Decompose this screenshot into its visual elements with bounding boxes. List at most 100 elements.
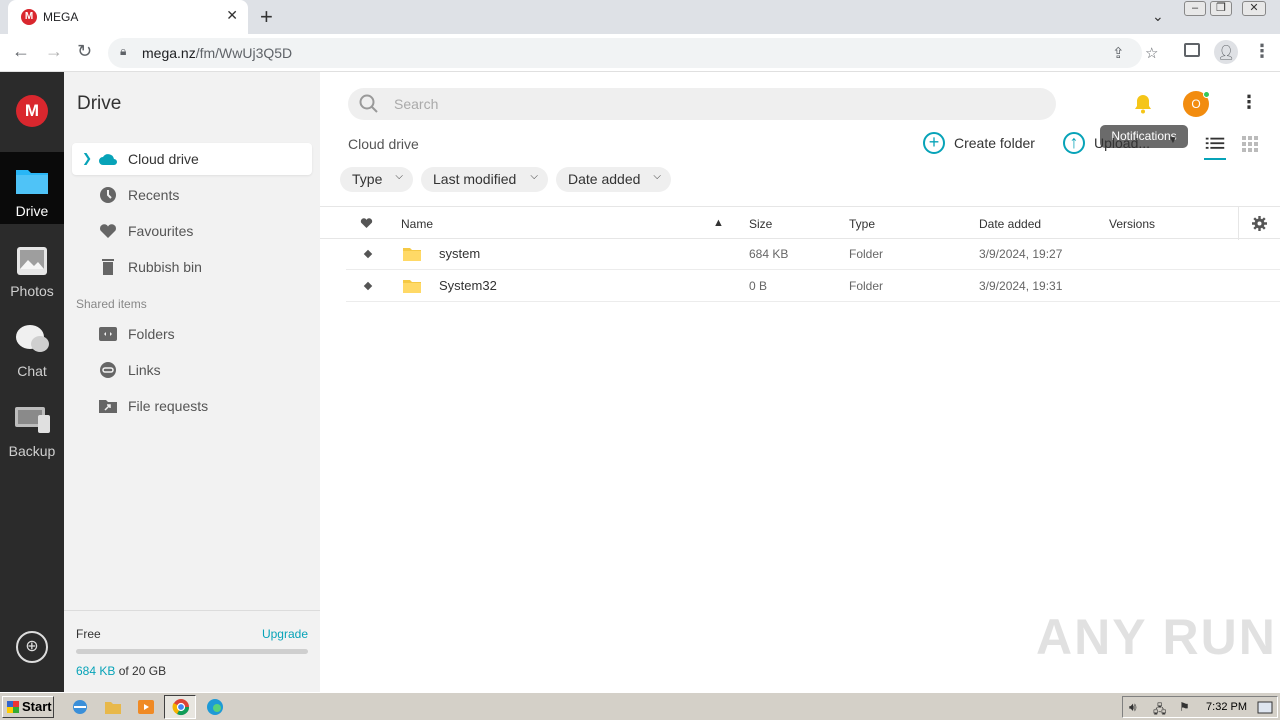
back-icon[interactable]: ←: [12, 41, 30, 62]
action-center-flag-icon[interactable]: ⚑: [1179, 700, 1190, 714]
browser-menu-icon[interactable]: ⋮: [1253, 41, 1271, 62]
sidebar-item-recents[interactable]: Recents: [72, 179, 312, 211]
column-settings-gear-icon[interactable]: [1252, 216, 1267, 231]
internet-explorer-icon[interactable]: [71, 698, 89, 716]
rail-item-backup[interactable]: Backup: [0, 392, 64, 464]
system-tray: 🔊︎ 🖧︎ ⚑ 7:32 PM: [1122, 696, 1278, 718]
sidebar-item-rubbish-bin[interactable]: Rubbish bin: [72, 251, 312, 283]
table-row[interactable]: system 684 KB Folder 3/9/2024, 19:27: [346, 238, 1280, 270]
shared-folder-icon: [99, 327, 117, 341]
row-type: Folder: [849, 247, 884, 261]
file-request-icon: [99, 400, 117, 413]
create-folder-button[interactable]: + Create folder: [923, 132, 1043, 156]
chevron-right-icon[interactable]: ❯: [82, 151, 92, 165]
watermark: ANY RUN: [1036, 609, 1277, 665]
taskbar-chrome-button[interactable]: [164, 695, 196, 719]
chevron-down-icon: ⌵: [395, 171, 403, 182]
breadcrumb: Cloud drive: [348, 136, 419, 152]
create-folder-label: Create folder: [954, 135, 1035, 151]
column-header-date-added[interactable]: Date added: [979, 217, 1041, 231]
folder-icon: [403, 248, 421, 261]
bookmark-star-icon[interactable]: ☆: [1145, 44, 1158, 62]
minimize-window-icon[interactable]: –: [1184, 1, 1206, 16]
media-player-icon[interactable]: [137, 698, 155, 716]
filter-last-modified[interactable]: Last modified ⌵: [421, 167, 548, 192]
heart-icon: [100, 224, 116, 238]
browser-tab-strip: M MEGA ✕ + ⌄ – ❐ ✕: [0, 0, 1280, 34]
rail-item-chat[interactable]: Chat: [0, 312, 64, 384]
rail-item-drive[interactable]: Drive: [0, 152, 64, 224]
table-row[interactable]: System32 0 B Folder 3/9/2024, 19:31: [346, 270, 1280, 302]
sidebar-item-file-requests[interactable]: File requests: [72, 390, 312, 422]
folder-icon: [16, 170, 48, 194]
reload-icon[interactable]: ↻: [77, 41, 92, 62]
folder-icon: [403, 280, 421, 293]
support-icon[interactable]: ⊕: [16, 631, 48, 663]
close-tab-icon[interactable]: ✕: [226, 7, 238, 24]
row-status-dot: [363, 281, 373, 291]
filter-date-added[interactable]: Date added ⌵: [556, 167, 671, 192]
avatar[interactable]: O: [1183, 91, 1210, 117]
sidebar-item-label: Rubbish bin: [128, 259, 202, 275]
column-header-type[interactable]: Type: [849, 217, 875, 231]
column-header-name[interactable]: Name: [401, 217, 433, 231]
search-input[interactable]: [394, 94, 1034, 114]
forward-icon[interactable]: →: [45, 41, 63, 62]
favourite-column-heart-icon[interactable]: [360, 217, 373, 229]
sidebar-item-label: Folders: [128, 326, 175, 342]
main-content: O ⋮ Notifications Cloud drive + Create f…: [320, 72, 1280, 692]
sidebar-item-cloud-drive[interactable]: ❯ Cloud drive: [72, 143, 312, 175]
restore-window-icon[interactable]: ❐: [1210, 1, 1232, 16]
sidebar-item-links[interactable]: Links: [72, 354, 312, 386]
share-icon[interactable]: ⇪: [1112, 44, 1125, 62]
storage-bar: [76, 649, 308, 654]
profile-icon[interactable]: 👤︎: [1214, 40, 1238, 64]
grid-view-icon[interactable]: [1242, 136, 1258, 152]
notifications-bell-icon[interactable]: [1132, 93, 1154, 115]
column-header-size[interactable]: Size: [749, 217, 772, 231]
row-type: Folder: [849, 279, 884, 293]
row-name: system: [439, 246, 481, 261]
row-name: System32: [439, 278, 497, 293]
sidebar-item-shared-folders[interactable]: Folders: [72, 318, 312, 350]
upload-arrow-icon: ↑: [1063, 132, 1085, 154]
show-desktop-icon[interactable]: [1257, 701, 1273, 714]
tab-search-chevron-icon[interactable]: ⌄: [1152, 8, 1164, 25]
column-divider: [1238, 207, 1239, 240]
new-tab-icon[interactable]: +: [260, 4, 273, 30]
search-icon: [359, 94, 378, 113]
sidebar-item-favourites[interactable]: Favourites: [72, 215, 312, 247]
file-explorer-icon[interactable]: [104, 698, 122, 716]
chevron-down-icon: ⌵: [653, 171, 661, 182]
close-window-icon[interactable]: ✕: [1242, 1, 1266, 16]
more-options-icon[interactable]: ⋮: [1240, 92, 1258, 113]
sidebar-item-label: File requests: [128, 398, 209, 414]
sort-ascending-icon[interactable]: ▲: [713, 217, 724, 229]
tab-title: MEGA: [43, 10, 79, 24]
rail-item-label: Chat: [17, 363, 47, 379]
filter-type[interactable]: Type ⌵: [340, 167, 413, 192]
list-view-icon[interactable]: [1204, 134, 1226, 160]
network-icon[interactable]: 🖧︎: [1153, 700, 1166, 721]
side-panel-icon[interactable]: [1184, 43, 1200, 57]
storage-panel: Free Upgrade 684 KB of 20 GB: [64, 610, 320, 692]
upgrade-link[interactable]: Upgrade: [262, 627, 308, 641]
row-date-added: 3/9/2024, 19:27: [979, 247, 1063, 261]
start-button[interactable]: Start: [2, 696, 54, 718]
upload-button[interactable]: ↑ Upload... ▼: [1063, 132, 1188, 156]
os-taskbar: Start 🔊︎ 🖧︎ ⚑ 7:32 PM: [0, 692, 1280, 720]
volume-icon[interactable]: 🔊︎: [1129, 700, 1137, 715]
rail-item-label: Photos: [10, 283, 54, 299]
address-bar[interactable]: 🔒︎ mega.nz/fm/WwUj3Q5D ⇪ ☆: [108, 38, 1158, 68]
chrome-icon: [172, 699, 190, 716]
browser-tab[interactable]: M MEGA ✕: [8, 0, 248, 34]
column-header-versions[interactable]: Versions: [1109, 217, 1155, 231]
search-bar[interactable]: [348, 88, 1056, 120]
url-text: mega.nz/fm/WwUj3Q5D: [142, 45, 293, 61]
chevron-down-icon: ⌵: [530, 171, 538, 182]
edge-icon[interactable]: [206, 698, 224, 716]
row-size: 0 B: [749, 279, 768, 293]
rail-item-photos[interactable]: Photos: [0, 232, 64, 304]
sidebar-item-label: Cloud drive: [128, 151, 199, 167]
mega-logo-icon[interactable]: M: [16, 95, 48, 127]
